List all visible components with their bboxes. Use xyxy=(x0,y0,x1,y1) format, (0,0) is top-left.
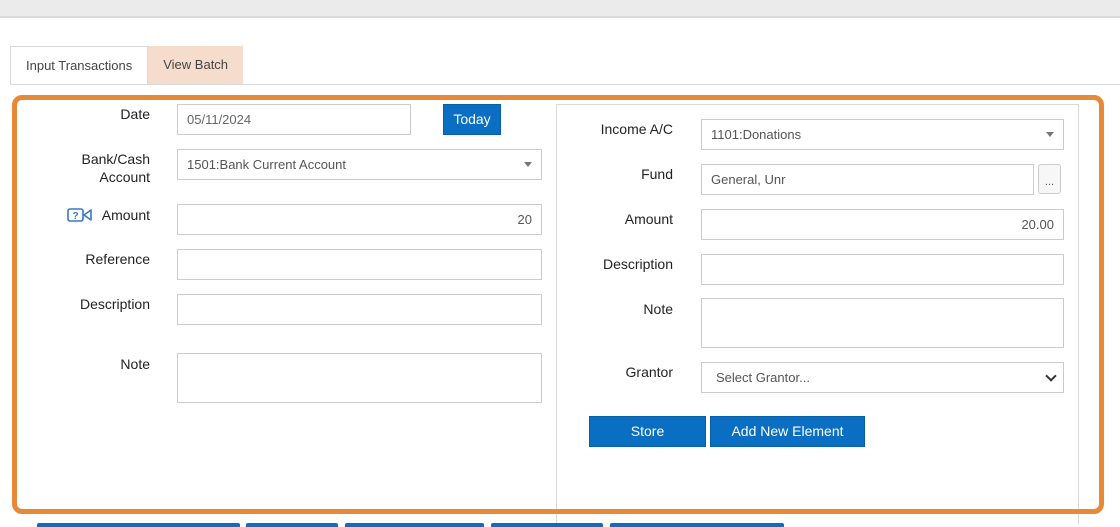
bottom-button-1[interactable] xyxy=(37,523,240,527)
tab-input-transactions[interactable]: Input Transactions xyxy=(10,46,149,85)
bottom-button-3[interactable] xyxy=(345,523,484,527)
tab-view-batch[interactable]: View Batch xyxy=(148,46,244,84)
bottom-button-2[interactable] xyxy=(246,523,338,527)
highlight-frame xyxy=(12,95,1104,514)
tab-divider xyxy=(10,84,1120,85)
bottom-button-5[interactable] xyxy=(610,523,784,527)
tab-bar: Input Transactions View Batch xyxy=(10,46,244,85)
bottom-button-4[interactable] xyxy=(491,523,603,527)
